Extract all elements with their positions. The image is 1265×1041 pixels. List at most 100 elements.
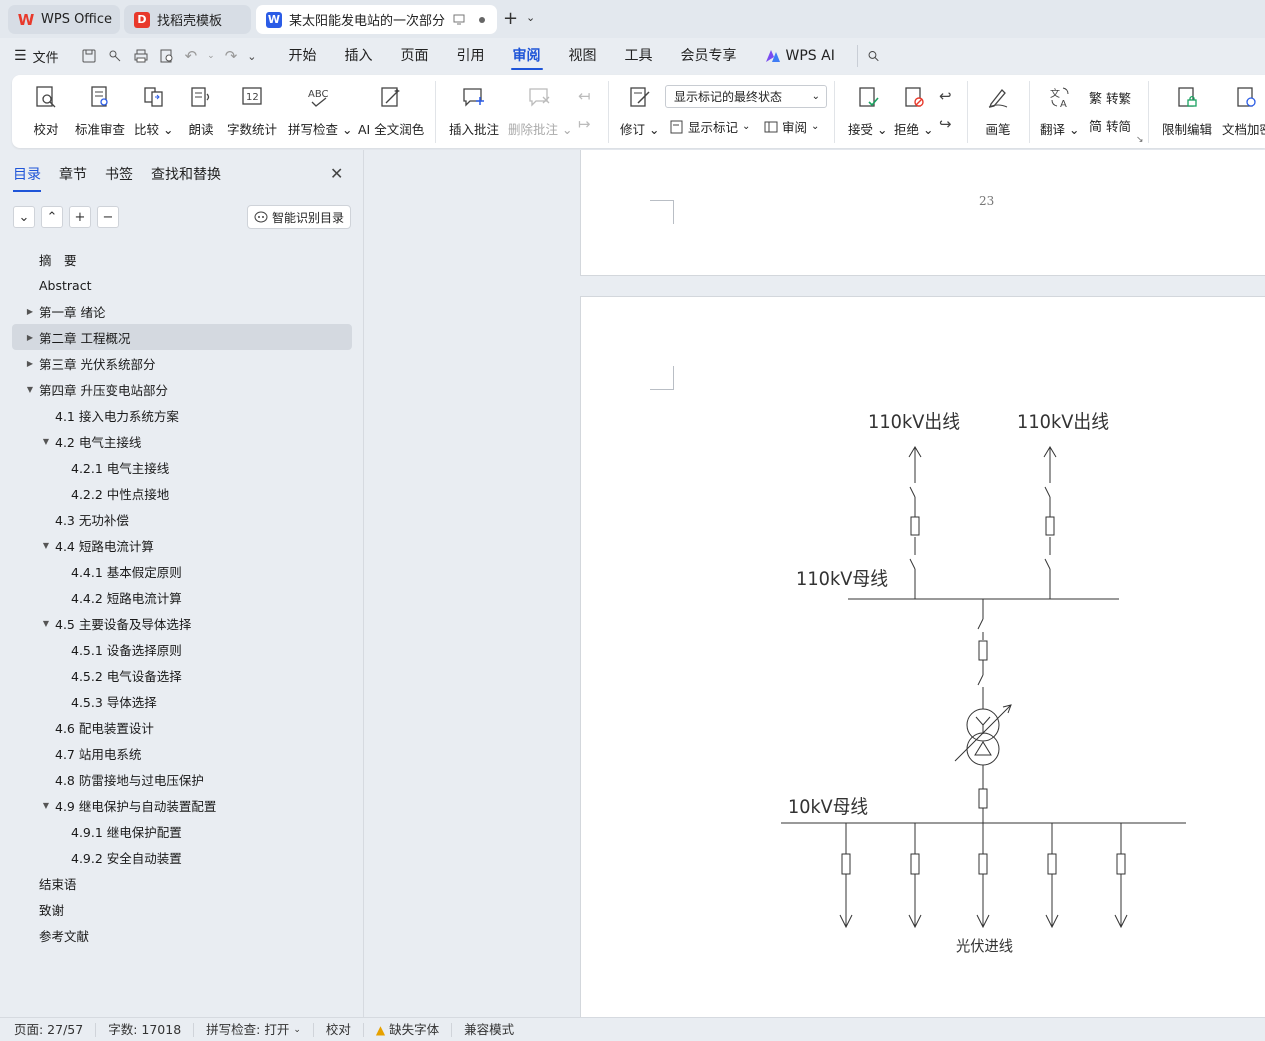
compare-button[interactable]: 比较 ⌄ [134,83,173,138]
new-tab-plus-icon[interactable]: + [503,9,518,29]
read-aloud-button[interactable]: 朗读 [187,83,215,138]
tab-document[interactable]: W 某太阳能发电站的一次部分设计 [256,5,497,34]
menu-tab-member[interactable]: 会员专享 [667,38,751,74]
proof-button[interactable]: 校对 [32,83,60,138]
format-painter-icon[interactable] [107,48,123,64]
restrict-edit-button[interactable]: 限制编辑 [1162,83,1212,138]
collapse-all-button[interactable]: ⌃ [41,206,63,228]
menu-tab-start[interactable]: 开始 [275,38,331,74]
review-pane-button[interactable]: 审阅 ⌄ [764,117,819,136]
reject-button[interactable]: 拒绝 ⌄ [894,83,933,138]
menu-tab-view[interactable]: 视图 [555,38,611,74]
toc-item[interactable]: 4.4.2 短路电流计算 [12,584,352,610]
next-change-icon[interactable]: ↪ [939,115,952,133]
toc-item[interactable]: ▼ 4.5 主要设备及导体选择 [12,610,352,636]
toc-item[interactable]: ▼ 4.4 短路电流计算 [12,532,352,558]
toc-item[interactable]: ▼ 4.2 电气主接线 [12,428,352,454]
toc-item[interactable]: 4.5.3 导体选择 [12,688,352,714]
toc-item[interactable]: Abstract [12,272,352,298]
toc-item[interactable]: 4.3 无功补偿 [12,506,352,532]
toc-item[interactable]: 4.9.2 安全自动装置 [12,844,352,870]
tab-sections[interactable]: 章节 [59,164,87,184]
expand-arrow-icon[interactable]: ▼ [40,801,52,810]
accept-button[interactable]: 接受 ⌄ [848,83,887,138]
undo-icon[interactable]: ↶ [185,47,198,65]
toc-item[interactable]: 4.2.1 电气主接线 [12,454,352,480]
translate-button[interactable]: 文A 翻译 ⌄ [1040,83,1079,138]
expand-arrow-icon[interactable]: ▼ [24,385,36,394]
status-page[interactable]: 页面: 27/57 [0,1022,97,1037]
toc-item[interactable]: ▶ 第三章 光伏系统部分 [12,350,352,376]
markup-state-select[interactable]: 显示标记的最终状态 ⌄ [665,85,827,108]
search-button[interactable] [856,45,879,67]
menu-tab-review[interactable]: 审阅 [499,38,555,74]
add-toc-item-button[interactable]: + [69,206,91,228]
menu-tab-wps-ai[interactable]: WPS AI [751,38,849,74]
toc-item[interactable]: 结束语 [12,870,352,896]
expand-all-button[interactable]: ⌄ [13,206,35,228]
group-expand-icon[interactable]: ↘ [1136,135,1144,145]
to-simplified-button[interactable]: 简 转简 [1089,116,1131,135]
collapse-arrow-icon[interactable]: ▶ [24,307,36,316]
toc-item[interactable]: 4.5.1 设备选择原则 [12,636,352,662]
expand-arrow-icon[interactable]: ▼ [40,619,52,628]
toc-item[interactable]: ▼ 第四章 升压变电站部分 [12,376,352,402]
prev-comment-icon[interactable]: ↤ [578,87,591,105]
next-comment-icon[interactable]: ↦ [578,115,591,133]
tab-docer-templates[interactable]: D 找稻壳模板 [124,5,251,34]
expand-arrow-icon[interactable]: ▼ [40,437,52,446]
collapse-arrow-icon[interactable]: ▶ [24,359,36,368]
menu-tab-insert[interactable]: 插入 [331,38,387,74]
toc-item[interactable]: 4.7 站用电系统 [12,740,352,766]
prev-change-icon[interactable]: ↩ [939,87,952,105]
redo-icon[interactable]: ↷ [225,47,238,65]
toc-item[interactable]: ▶ 第一章 绪论 [12,298,352,324]
status-proof[interactable]: 校对 [314,1022,364,1037]
menu-tab-references[interactable]: 引用 [443,38,499,74]
toc-item[interactable]: 摘 要 [12,246,352,272]
unsaved-dot-icon[interactable] [479,16,485,23]
toc-item[interactable]: 4.6 配电装置设计 [12,714,352,740]
toc-item[interactable]: 致谢 [12,896,352,922]
status-spell-check[interactable]: 拼写检查: 打开 ⌄ [194,1022,314,1037]
undo-dropdown-icon[interactable]: ⌄ [207,51,215,61]
save-icon[interactable] [81,48,97,64]
print-preview-icon[interactable] [159,48,175,64]
tab-bookmarks[interactable]: 书签 [105,164,133,184]
std-review-button[interactable]: 标准审查 [75,83,125,138]
toc-item[interactable]: 4.5.2 电气设备选择 [12,662,352,688]
tab-find-replace[interactable]: 查找和替换 [151,164,221,184]
insert-comment-button[interactable]: 插入批注 [449,83,499,138]
tab-wps-office[interactable]: W WPS Office [8,5,120,34]
collapse-arrow-icon[interactable]: ▶ [24,333,36,342]
toc-item[interactable]: 4.9.1 继电保护配置 [12,818,352,844]
word-count-button[interactable]: 12 字数统计 [227,83,277,138]
remove-toc-item-button[interactable]: − [97,206,119,228]
doc-encrypt-button[interactable]: 文档加密 [1222,83,1265,138]
status-word-count[interactable]: 字数: 17018 [96,1022,195,1037]
show-markup-button[interactable]: 显示标记 ⌄ [670,117,750,136]
toc-item[interactable]: 4.2.2 中性点接地 [12,480,352,506]
tab-list-chevron-icon[interactable]: ⌄ [526,11,535,24]
smart-toc-button[interactable]: 智能识别目录 [247,205,351,229]
status-missing-font[interactable]: ▲ 缺失字体 [364,1022,453,1037]
print-icon[interactable] [133,48,149,64]
toc-item[interactable]: 4.4.1 基本假定原则 [12,558,352,584]
pen-button[interactable]: 画笔 [984,83,1012,138]
more-chevron-icon[interactable]: ⌄ [247,50,256,63]
ai-polish-button[interactable]: AI 全文润色 [358,83,424,138]
track-changes-button[interactable]: 修订 ⌄ [620,83,659,138]
tab-toc[interactable]: 目录 [13,164,41,192]
toc-item[interactable]: 4.1 接入电力系统方案 [12,402,352,428]
toc-item[interactable]: 4.8 防雷接地与过电压保护 [12,766,352,792]
to-traditional-button[interactable]: 繁 转繁 [1089,88,1131,107]
delete-comment-button[interactable]: 删除批注 ⌄ [508,83,572,138]
toc-item[interactable]: ▶ 第二章 工程概况 [12,324,352,350]
toc-item[interactable]: 参考文献 [12,922,352,948]
expand-arrow-icon[interactable]: ▼ [40,541,52,550]
menu-tab-page[interactable]: 页面 [387,38,443,74]
menu-tab-tools[interactable]: 工具 [611,38,667,74]
close-icon[interactable]: ✕ [330,164,343,183]
spell-check-button[interactable]: ABC 拼写检查 ⌄ [288,83,352,138]
toc-item[interactable]: ▼ 4.9 继电保护与自动装置配置 [12,792,352,818]
